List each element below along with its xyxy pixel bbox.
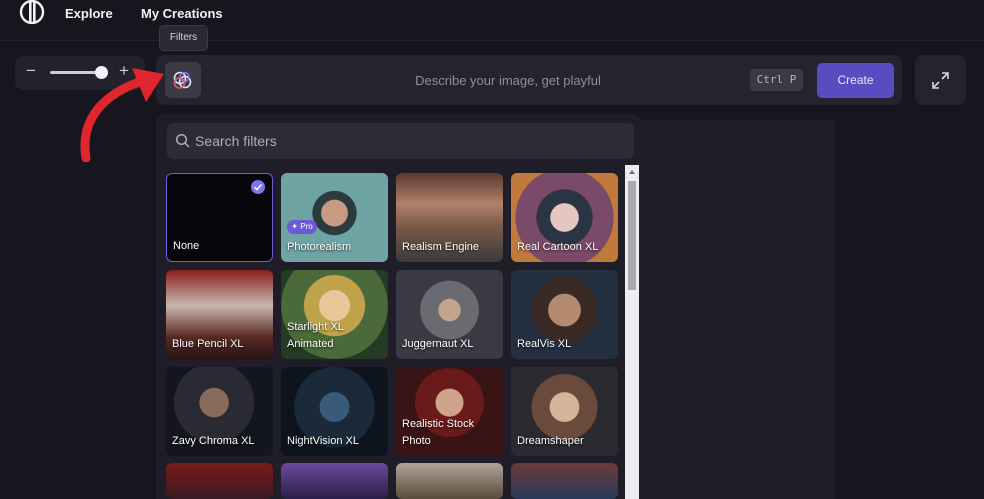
filter-card-partial[interactable]: [511, 463, 618, 499]
filter-card-partial[interactable]: [396, 463, 503, 499]
filter-icon: [173, 71, 192, 89]
nav-explore-link[interactable]: Explore: [65, 6, 113, 21]
filter-card-label: Juggernaut XL: [402, 338, 474, 350]
filter-card-label: Zavy Chroma XL: [172, 435, 255, 447]
filter-card-partial[interactable]: [281, 463, 388, 499]
search-placeholder: Search filters: [195, 133, 277, 149]
nav-my-creations-link[interactable]: My Creations: [141, 6, 223, 21]
filter-card-starlight-xl-animated[interactable]: Starlight XL Animated: [281, 270, 388, 359]
filter-card-dreamshaper[interactable]: Dreamshaper: [511, 367, 618, 456]
filter-card-blue-pencil-xl[interactable]: Blue Pencil XL: [166, 270, 273, 359]
filter-card-realistic-stock-photo[interactable]: Realistic Stock Photo: [396, 367, 503, 456]
filter-card-zavy-chroma-xl[interactable]: Zavy Chroma XL: [166, 367, 273, 456]
zoom-out-button[interactable]: −: [26, 61, 36, 81]
filter-card-label: Blue Pencil XL: [172, 338, 244, 350]
scroll-up-icon[interactable]: [625, 166, 639, 178]
filter-card-realvis-xl[interactable]: RealVis XL: [511, 270, 618, 359]
search-icon: [175, 133, 190, 148]
filter-card-label: Realism Engine: [402, 241, 480, 253]
check-icon: [251, 180, 265, 194]
expand-button[interactable]: [915, 55, 966, 105]
red-arrow-annotation: [80, 68, 164, 162]
filter-card-label-line1: Realistic Stock: [402, 418, 475, 430]
filter-card-realism-engine[interactable]: Realism Engine: [396, 173, 503, 262]
filter-card-juggernaut-xl[interactable]: Juggernaut XL: [396, 270, 503, 359]
app-logo-icon[interactable]: [19, 0, 45, 24]
filter-card-label: Photorealism: [287, 241, 352, 253]
shortcut-hint: Ctrl P: [750, 69, 803, 91]
filter-card-label-line2: Animated: [287, 338, 334, 350]
filter-card-partial[interactable]: [166, 463, 273, 499]
filter-card-label: Real Cartoon XL: [517, 241, 599, 253]
pro-badge: ✦ Pro: [287, 220, 317, 234]
filters-button[interactable]: [165, 62, 201, 98]
filter-card-label: Realistic Stock Photo: [402, 416, 474, 450]
filter-card-real-cartoon-xl[interactable]: Real Cartoon XL: [511, 173, 618, 262]
canvas-area: [640, 120, 834, 499]
pro-badge-label: Pro: [300, 222, 313, 231]
filters-scrollbar-thumb[interactable]: [628, 181, 636, 290]
filter-card-label: Dreamshaper: [517, 435, 584, 447]
filter-card-label: None: [173, 240, 200, 252]
filter-card-photorealism[interactable]: Photorealism: [281, 173, 388, 262]
filter-card-label: RealVis XL: [517, 338, 572, 350]
create-button[interactable]: Create: [817, 63, 894, 98]
filter-card-label: Starlight XL Animated: [287, 319, 344, 353]
filters-tooltip: Filters: [159, 25, 208, 51]
top-navigation: Explore My Creations: [0, 0, 984, 41]
filter-card-label-line1: Starlight XL: [287, 321, 344, 333]
filter-card-label-line2: Photo: [402, 435, 431, 447]
filter-card-nightvision-xl[interactable]: NightVision XL: [281, 367, 388, 456]
prompt-input[interactable]: Describe your image, get playful: [330, 73, 686, 88]
filter-card-label: NightVision XL: [287, 435, 359, 447]
expand-icon: [932, 72, 949, 89]
